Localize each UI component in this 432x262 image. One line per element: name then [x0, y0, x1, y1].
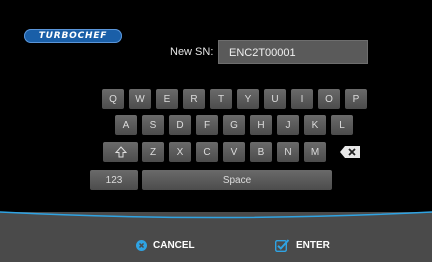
- key-b[interactable]: B: [250, 142, 272, 162]
- cancel-button[interactable]: CANCEL: [136, 236, 195, 254]
- key-d[interactable]: D: [169, 115, 191, 135]
- key-y[interactable]: Y: [237, 89, 259, 109]
- key-n[interactable]: N: [277, 142, 299, 162]
- key-a[interactable]: A: [115, 115, 137, 135]
- key-e[interactable]: E: [156, 89, 178, 109]
- key-z[interactable]: Z: [142, 142, 164, 162]
- check-icon: [275, 238, 290, 252]
- key-u[interactable]: U: [264, 89, 286, 109]
- key-r[interactable]: R: [183, 89, 205, 109]
- key-m[interactable]: M: [304, 142, 326, 162]
- key-x[interactable]: X: [169, 142, 191, 162]
- key-g[interactable]: G: [223, 115, 245, 135]
- key-p[interactable]: P: [345, 89, 367, 109]
- backspace-icon: [340, 146, 360, 158]
- new-sn-label: New SN:: [170, 46, 214, 58]
- key-k[interactable]: K: [304, 115, 326, 135]
- key-q[interactable]: Q: [102, 89, 124, 109]
- key-o[interactable]: O: [318, 89, 340, 109]
- enter-label: ENTER: [296, 239, 330, 251]
- cancel-label: CANCEL: [153, 239, 195, 251]
- new-sn-input[interactable]: ENC2T00001: [218, 40, 368, 64]
- backspace-key[interactable]: [332, 142, 368, 162]
- key-w[interactable]: W: [129, 89, 151, 109]
- key-j[interactable]: J: [277, 115, 299, 135]
- space-key[interactable]: Space: [142, 170, 332, 190]
- enter-button[interactable]: ENTER: [275, 236, 330, 254]
- numbers-key[interactable]: 123: [90, 170, 138, 190]
- key-f[interactable]: F: [196, 115, 218, 135]
- key-i[interactable]: I: [291, 89, 313, 109]
- keyboard-screen: TURBOCHEF New SN: ENC2T00001 Q W E R T Y…: [0, 0, 432, 262]
- divider-curve: [0, 211, 432, 221]
- shift-key[interactable]: [103, 142, 138, 162]
- shift-arrow-icon: [114, 146, 127, 158]
- key-c[interactable]: C: [196, 142, 218, 162]
- key-s[interactable]: S: [142, 115, 164, 135]
- key-h[interactable]: H: [250, 115, 272, 135]
- key-t[interactable]: T: [210, 89, 232, 109]
- key-v[interactable]: V: [223, 142, 245, 162]
- key-l[interactable]: L: [331, 115, 353, 135]
- cancel-icon: [136, 239, 147, 251]
- turbochef-logo: TURBOCHEF: [24, 29, 122, 43]
